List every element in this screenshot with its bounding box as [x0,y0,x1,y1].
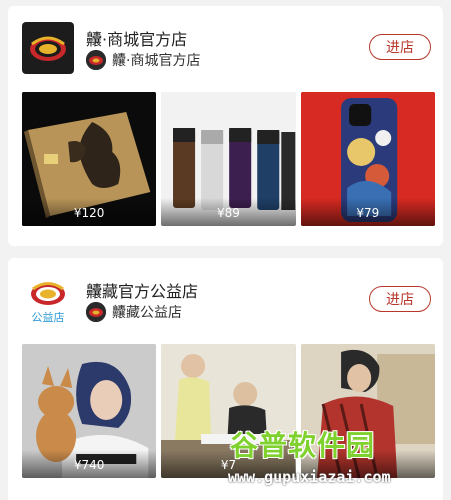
product-price: ¥740 [73,458,105,472]
sub-shop-name: 齉藏公益店 [112,305,182,321]
shop-name[interactable]: 齉·商城官方店 [86,26,187,50]
eye-logo-icon: 公益店 [31,282,65,324]
product-price: ¥120 [73,206,105,220]
logo-caption: 公益店 [32,310,65,324]
site-watermark: 谷普软件园 www.gupuxiazai.com [222,420,451,500]
enter-shop-button[interactable]: 进店 [369,34,431,60]
product-price: ¥89 [217,206,240,220]
sub-shop: 齉·商城官方店 [86,50,200,70]
shop-logo[interactable]: 公益店 [22,274,74,326]
shop-logo[interactable] [22,22,74,74]
eye-logo-icon [30,36,66,61]
sub-shop: 齉藏公益店 [86,302,182,322]
shop-card-official[interactable]: 齉·商城官方店 齉·商城官方店 进店 ¥120 ¥89 ¥79 [8,6,443,246]
sub-shop-logo-icon [86,302,106,322]
sub-shop-logo-icon [86,50,106,70]
product-thumb-phone-case[interactable]: ¥79 [300,92,435,226]
sub-shop-name: 齉·商城官方店 [112,53,201,69]
product-price: ¥79 [356,206,380,220]
product-row: ¥120 ¥89 ¥79 [22,92,435,226]
watermark-title: 谷普软件园 [230,429,376,462]
watermark-url: www.gupuxiazai.com [228,468,391,486]
product-thumb-sculpture-book[interactable]: ¥120 [22,92,157,226]
product-thumb-woman-with-plush[interactable]: ¥740 [22,344,157,478]
product-thumb-thermos-bottles[interactable]: ¥89 [161,92,296,226]
shop-name[interactable]: 齉藏官方公益店 [86,278,198,302]
enter-shop-button[interactable]: 进店 [369,286,431,312]
